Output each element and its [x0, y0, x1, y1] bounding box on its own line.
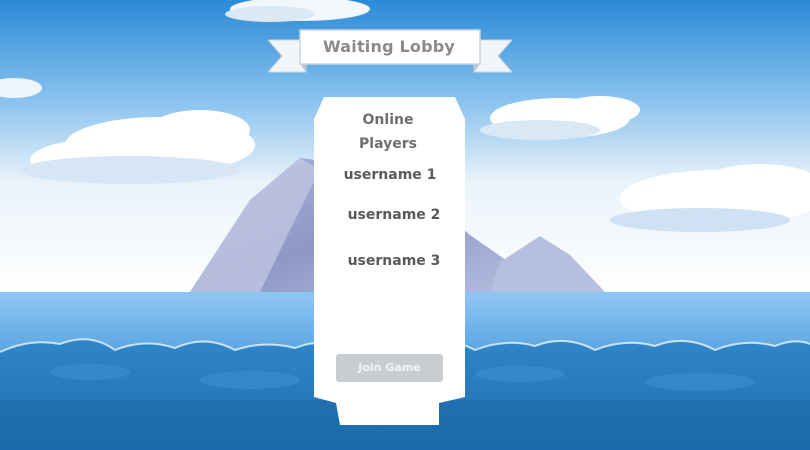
player-list-item: username 2: [347, 207, 441, 223]
lobby-title: Waiting Lobby: [322, 37, 456, 56]
player-list-item: username 1: [343, 167, 437, 183]
player-list-item: username 3: [347, 253, 441, 269]
heading-line-online: Online: [362, 112, 414, 128]
join-game-button[interactable]: Join Game: [336, 354, 443, 382]
online-players-heading: Online Players: [330, 108, 446, 156]
heading-line-players: Players: [359, 136, 417, 152]
